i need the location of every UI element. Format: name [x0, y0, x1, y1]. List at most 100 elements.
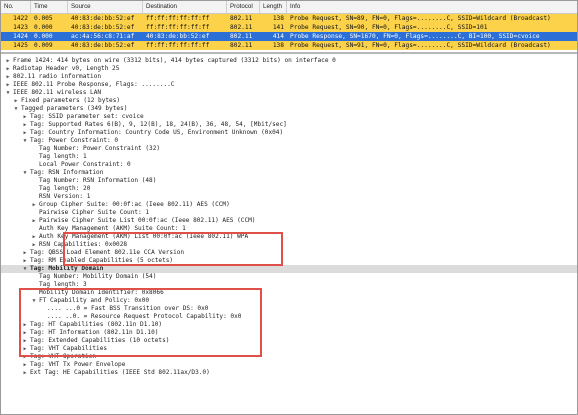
- tree-item[interactable]: ▼ Tag: Power Constraint: 0: [1, 137, 577, 145]
- tree-item[interactable]: ▶ Group Cipher Suite: 00:0f:ac (Ieee 802.…: [1, 201, 577, 209]
- expanded-arrow-icon[interactable]: ▼: [5, 89, 11, 97]
- packet-cell-source: 40:83:de:bb:52:ef: [71, 15, 135, 22]
- packet-cell-time: 0.005: [34, 15, 53, 22]
- column-header-source[interactable]: Source: [68, 1, 143, 13]
- tree-item[interactable]: RSN Version: 1: [1, 193, 577, 201]
- tree-item[interactable]: ▶ Tag: VHT Tx Power Envelope: [1, 361, 577, 369]
- tree-item-label: IEEE 802.11 wireless LAN: [13, 89, 102, 96]
- expanded-arrow-icon[interactable]: ▼: [22, 169, 28, 177]
- tree-item-label: Frame 1424: 414 bytes on wire (3312 bits…: [13, 57, 336, 64]
- expanded-arrow-icon[interactable]: ▼: [22, 137, 28, 145]
- tree-item-label: Group Cipher Suite: 00:0f:ac (Ieee 802.1…: [39, 201, 230, 208]
- tree-item[interactable]: ▶ Tag: SSID parameter set: cvoice: [1, 113, 577, 121]
- tree-item-label: Fixed parameters (12 bytes): [21, 97, 121, 104]
- packet-cell-time: 0.000: [34, 33, 53, 40]
- packet-row[interactable]: 1422 0.005 40:83:de:bb:52:ef ff:ff:ff:ff:ff…: [1, 14, 577, 23]
- packet-details-tree: ▶ Frame 1424: 414 bytes on wire (3312 bit…: [1, 54, 577, 414]
- collapsed-arrow-icon[interactable]: ▶: [13, 97, 19, 105]
- tree-item[interactable]: ▶ Fixed parameters (12 bytes): [1, 97, 577, 105]
- packet-cell-no: 1424: [13, 33, 28, 40]
- tree-item-label: Tag: Mobility Domain: [30, 265, 104, 272]
- tree-item-label: Pairwise Cipher Suite List 00:0f:ac (Iee…: [39, 217, 256, 224]
- collapsed-arrow-icon[interactable]: ▶: [22, 121, 28, 129]
- collapsed-arrow-icon[interactable]: ▶: [22, 249, 28, 257]
- column-header-length[interactable]: Length: [260, 1, 287, 13]
- tree-item[interactable]: ▼ Tagged parameters (349 bytes): [1, 105, 577, 113]
- column-header-info[interactable]: Info: [287, 1, 577, 13]
- tree-item[interactable]: ▶ 802.11 radio information: [1, 73, 577, 81]
- tree-item[interactable]: Tag length: 1: [1, 153, 577, 161]
- column-header-destination[interactable]: Destination: [143, 1, 227, 13]
- packet-list-header: No. Time Source Destination Protocol Len…: [1, 1, 577, 14]
- tree-item[interactable]: Tag Number: RSN Information (48): [1, 177, 577, 185]
- tree-item-label: Tag: SSID parameter set: cvoice: [30, 113, 144, 120]
- packet-cell-info: Probe Response, SN=1670, FN=0, Flags=...…: [290, 33, 540, 40]
- tree-item[interactable]: ▶ Pairwise Cipher Suite List 00:0f:ac (Ie…: [1, 217, 577, 225]
- tree-item-label: IEEE 802.11 Probe Response, Flags: .....…: [13, 81, 175, 88]
- packet-row[interactable]: 1425 0.009 40:83:de:bb:52:ef ff:ff:ff:ff:ff…: [1, 41, 577, 50]
- expanded-arrow-icon[interactable]: ▼: [22, 265, 28, 273]
- packet-cell-length: 141: [272, 24, 284, 31]
- expanded-arrow-icon[interactable]: ▼: [13, 105, 19, 113]
- collapsed-arrow-icon[interactable]: ▶: [5, 81, 11, 89]
- tree-item[interactable]: ▶ Radiotap Header v0, Length 25: [1, 65, 577, 73]
- tree-item[interactable]: Local Power Constraint: 0: [1, 161, 577, 169]
- collapsed-arrow-icon[interactable]: ▶: [5, 73, 11, 81]
- collapsed-arrow-icon[interactable]: ▶: [22, 129, 28, 137]
- packet-cell-no: 1423: [13, 24, 28, 31]
- collapsed-arrow-icon[interactable]: ▶: [31, 201, 37, 209]
- packet-cell-destination: ff:ff:ff:ff:ff:ff: [146, 42, 210, 49]
- packet-row[interactable]: 1424 0.000 ac:4a:56:c8:71:af 40:83:de:bb:52…: [1, 32, 577, 41]
- collapsed-arrow-icon[interactable]: ▶: [5, 57, 11, 65]
- tree-item-label: Tag: Supported Rates 6(B), 9, 12(B), 18,…: [30, 121, 287, 128]
- tree-item-label: Tag length: 20: [39, 185, 91, 192]
- column-header-protocol[interactable]: Protocol: [227, 1, 260, 13]
- collapsed-arrow-icon[interactable]: ▶: [22, 257, 28, 265]
- packet-cell-destination: ff:ff:ff:ff:ff:ff: [146, 24, 210, 31]
- packet-cell-no: 1425: [13, 42, 28, 49]
- collapsed-arrow-icon[interactable]: ▶: [31, 241, 37, 249]
- tree-item-label: RSN Version: 1: [39, 193, 91, 200]
- tree-item-label: Tag: Country Information: Country Code U…: [30, 129, 284, 136]
- collapsed-arrow-icon[interactable]: ▶: [22, 361, 28, 369]
- tree-item-label: Tag length: 1: [39, 153, 87, 160]
- tree-item[interactable]: Tag Number: Power Constraint (32): [1, 145, 577, 153]
- packet-cell-no: 1422: [13, 15, 28, 22]
- packet-cell-protocol: 802.11: [230, 33, 253, 40]
- tree-item[interactable]: Tag length: 20: [1, 185, 577, 193]
- collapsed-arrow-icon[interactable]: ▶: [22, 113, 28, 121]
- packet-cell-length: 138: [272, 42, 284, 49]
- tree-item[interactable]: ▶ Frame 1424: 414 bytes on wire (3312 bit…: [1, 57, 577, 65]
- packet-cell-info: Probe Request, SN=90, FN=0, Flags=......…: [290, 24, 488, 31]
- column-header-no[interactable]: No.: [1, 1, 31, 13]
- tree-item-label: Tag: RSN Information: [30, 169, 104, 176]
- wireshark-window: No. Time Source Destination Protocol Len…: [0, 0, 578, 415]
- packet-cell-source: 40:83:de:bb:52:ef: [71, 42, 135, 49]
- collapsed-arrow-icon[interactable]: ▶: [31, 233, 37, 241]
- packet-cell-source: ac:4a:56:c8:71:af: [71, 33, 135, 40]
- packet-row[interactable]: 1423 0.000 40:83:de:bb:52:ef ff:ff:ff:ff:ff…: [1, 23, 577, 32]
- tree-item[interactable]: ▼ Tag: RSN Information: [1, 169, 577, 177]
- collapsed-arrow-icon[interactable]: ▶: [5, 65, 11, 73]
- packet-cell-destination: 40:83:de:bb:52:ef: [146, 33, 210, 40]
- tree-item[interactable]: ▶ Ext Tag: HE Capabilities (IEEE Std 802.…: [1, 369, 577, 377]
- tree-item[interactable]: ▶ IEEE 802.11 Probe Response, Flags: ....…: [1, 81, 577, 89]
- tree-item-label: 802.11 radio information: [13, 73, 102, 80]
- tree-item[interactable]: ▶ Tag: Supported Rates 6(B), 9, 12(B), 18…: [1, 121, 577, 129]
- packet-cell-info: Probe Request, SN=91, FN=0, Flags=......…: [290, 42, 551, 49]
- tree-item-label: Tag: VHT Tx Power Envelope: [30, 361, 126, 368]
- column-header-time[interactable]: Time: [31, 1, 68, 13]
- collapsed-arrow-icon[interactable]: ▶: [31, 217, 37, 225]
- packet-cell-length: 414: [272, 33, 284, 40]
- tree-item-label: Tag: Power Constraint: 0: [30, 137, 119, 144]
- tree-item[interactable]: ▼ Tag: Mobility Domain: [1, 265, 577, 273]
- collapsed-arrow-icon[interactable]: ▶: [22, 369, 28, 377]
- tree-item-label: Local Power Constraint: 0: [39, 161, 131, 168]
- tree-item[interactable]: Pairwise Cipher Suite Count: 1: [1, 209, 577, 217]
- tree-item[interactable]: ▶ Tag: Country Information: Country Code …: [1, 129, 577, 137]
- tree-item-label: Radiotap Header v0, Length 25: [13, 65, 120, 72]
- tree-item[interactable]: Tag Number: Mobility Domain (54): [1, 273, 577, 281]
- tree-item-label: Pairwise Cipher Suite Count: 1: [39, 209, 150, 216]
- tree-item[interactable]: ▼ IEEE 802.11 wireless LAN: [1, 89, 577, 97]
- tree-item-label: Tag Number: Mobility Domain (54): [39, 273, 157, 280]
